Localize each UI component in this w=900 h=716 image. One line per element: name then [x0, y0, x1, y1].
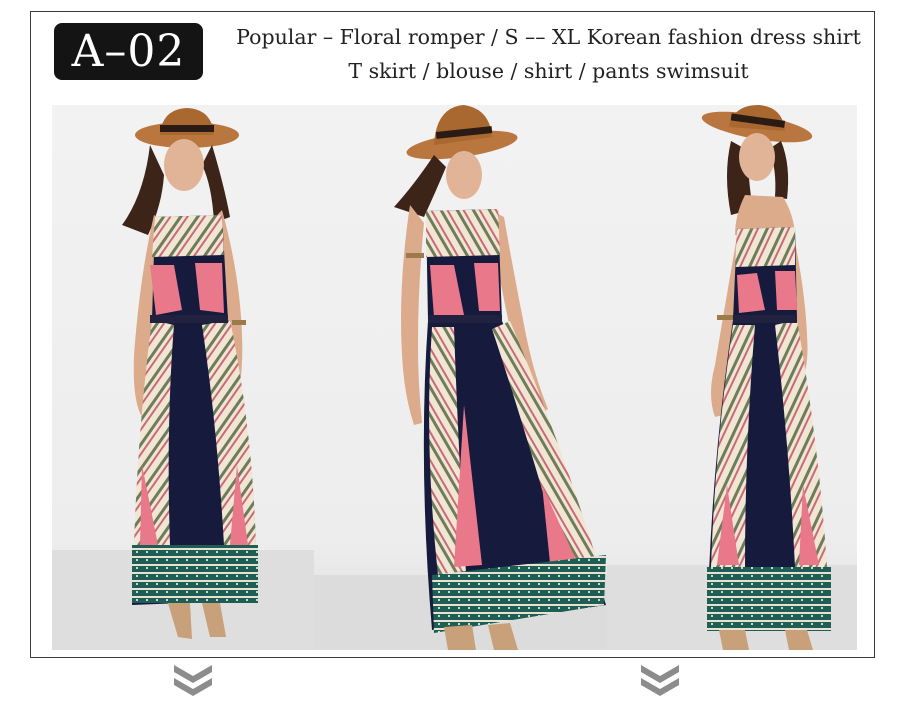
headline-line-2: T skirt / blouse / shirt / pants swimsui…: [348, 59, 749, 83]
product-photo-strip: [52, 105, 857, 650]
double-chevron-down-icon: [641, 665, 679, 696]
product-frame: A–02 Popular – Floral romper / S –– XL K…: [30, 11, 875, 658]
double-chevron-down-icon: [174, 665, 212, 696]
headline-line-1: Popular – Floral romper / S –– XL Korean…: [236, 25, 861, 49]
model-photo-back: [607, 105, 857, 650]
model-photo-side: [314, 105, 607, 650]
product-code-badge: A–02: [54, 23, 203, 80]
product-headline: Popular – Floral romper / S –– XL Korean…: [226, 20, 871, 88]
model-photo-front: [52, 105, 314, 650]
